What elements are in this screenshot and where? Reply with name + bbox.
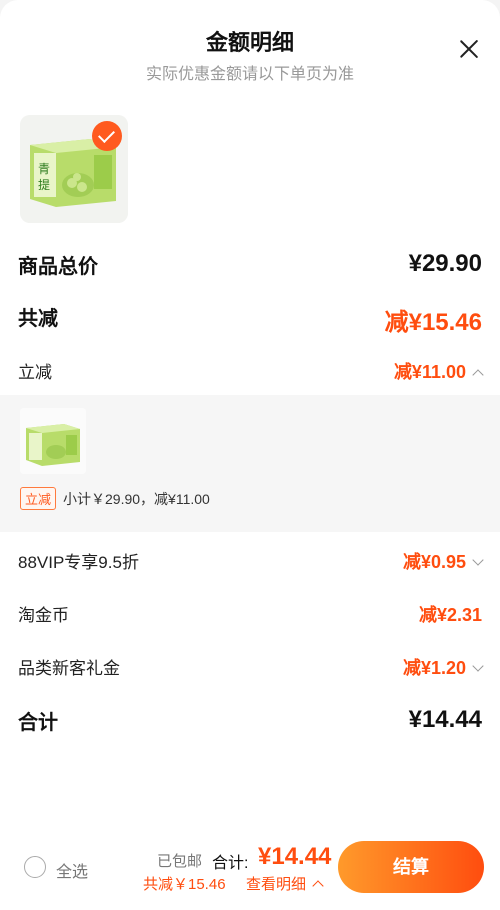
row-sum: 合计 ¥14.44 — [18, 706, 482, 736]
vip-label: 88VIP专享9.5折 — [18, 553, 139, 572]
instant-reduce-tag: 立减 — [20, 487, 57, 510]
row-instant-reduce[interactable]: 立减 减¥11.00 — [18, 358, 484, 384]
total-price-label: 商品总价 — [18, 256, 98, 278]
close-icon[interactable] — [458, 38, 480, 60]
footer-total-label: 合计: — [212, 855, 249, 872]
select-all-label[interactable]: 全选 — [56, 858, 88, 882]
chevron-up-icon[interactable] — [472, 369, 484, 381]
instant-reduce-label: 立减 — [18, 363, 52, 382]
newcomer-label: 品类新客礼金 — [18, 659, 120, 678]
footer-total-value: ¥14.44 — [258, 843, 332, 870]
coin-label: 淘金币 — [18, 606, 69, 625]
vip-value: 减¥0.95 — [402, 548, 484, 574]
svg-text:提: 提 — [38, 177, 50, 192]
product-mini-image — [20, 408, 86, 474]
chevron-up-icon — [312, 880, 324, 892]
chevron-down-icon[interactable] — [472, 554, 484, 566]
sum-label: 合计 — [18, 712, 58, 734]
row-total-price: 商品总价 ¥29.90 — [18, 250, 482, 280]
svg-text:青: 青 — [38, 162, 50, 176]
free-shipping-text: 已包邮 — [157, 853, 203, 870]
vip-amount: 减¥0.95 — [402, 552, 466, 572]
checkout-button[interactable]: 结算 — [338, 841, 484, 893]
selected-check-icon[interactable] — [92, 121, 122, 151]
total-price-amount: ¥29.90 — [408, 250, 482, 277]
page-title: 金额明细 — [205, 30, 294, 55]
subtotal-text: 小计￥29.90，减¥11.00 — [63, 491, 210, 507]
instant-reduce-amount: 减¥11.00 — [393, 362, 466, 382]
select-all-radio-icon[interactable] — [24, 856, 46, 878]
row-newcomer-gift[interactable]: 品类新客礼金 减¥1.20 — [18, 654, 484, 680]
newcomer-amount: 减¥1.20 — [402, 658, 466, 678]
chevron-down-icon[interactable] — [472, 660, 484, 672]
coin-amount: 减¥2.31 — [418, 605, 482, 625]
footer-saved-text: 共减￥15.46 — [143, 876, 226, 893]
total-reduce-label: 共减 — [18, 308, 58, 330]
row-total-reduce: 共减 减¥15.46 — [18, 302, 482, 336]
view-detail-link[interactable]: 查看明细 — [246, 873, 324, 894]
row-vip-discount[interactable]: 88VIP专享9.5折 减¥0.95 — [18, 548, 484, 574]
view-detail-label: 查看明细 — [246, 876, 307, 893]
sum-amount: ¥14.44 — [408, 706, 482, 733]
amount-detail-sheet: 金额明细 实际优惠金额请以下单页为准 青 提 商品总价 ¥29.90 共减 减¥… — [0, 0, 500, 910]
page-subtitle: 实际优惠金额请以下单页为准 — [145, 66, 354, 83]
total-reduce-amount: 减¥15.46 — [384, 309, 482, 336]
row-coin: 淘金币 减¥2.31 — [18, 601, 482, 627]
instant-reduce-value: 减¥11.00 — [393, 358, 484, 384]
newcomer-value: 减¥1.20 — [402, 654, 484, 680]
